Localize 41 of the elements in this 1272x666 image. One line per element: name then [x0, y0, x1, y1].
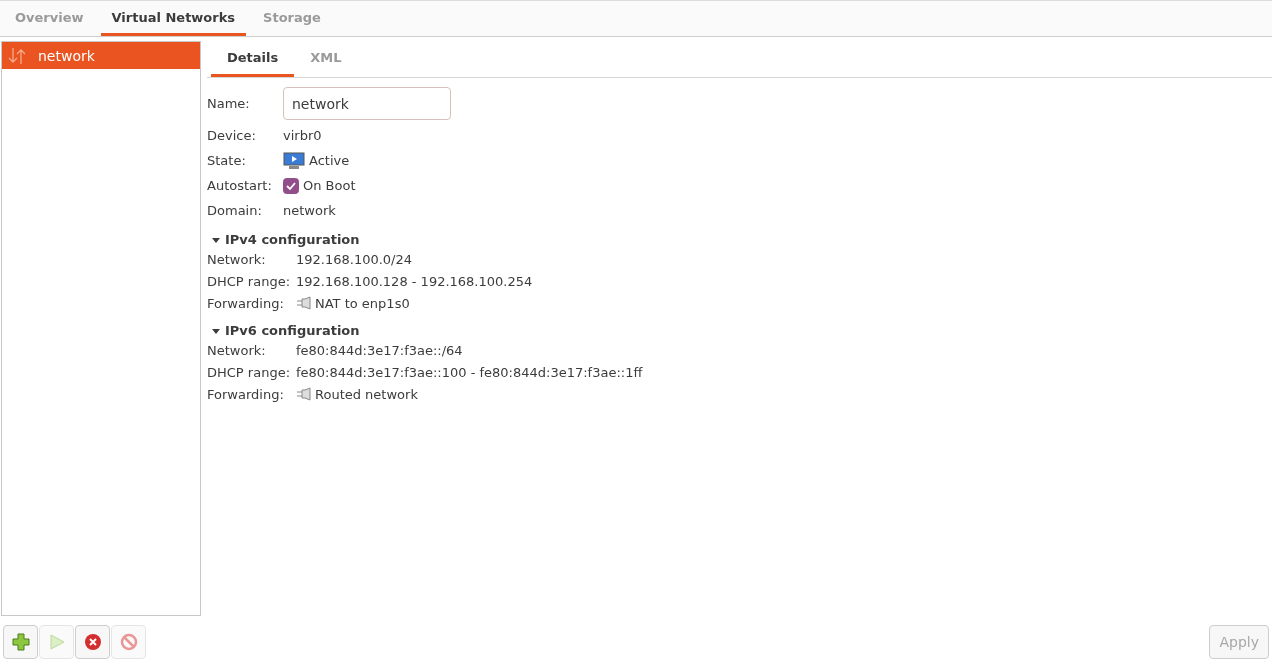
- checkbox[interactable]: [283, 177, 299, 194]
- field-value: 192.168.100.128 - 192.168.100.254: [296, 272, 533, 291]
- field-label: Name:: [207, 95, 251, 113]
- network-name: network: [38, 47, 95, 64]
- close-icon: [83, 633, 102, 651]
- tab[interactable]: XML: [294, 41, 358, 77]
- field-label: DHCP range:: [207, 272, 291, 291]
- plus-icon: [11, 633, 30, 651]
- field-label: Forwarding:: [207, 385, 285, 404]
- field-label: Domain:: [207, 202, 263, 220]
- field-label: Network:: [207, 250, 267, 269]
- checkbox-label: On Boot: [303, 178, 356, 193]
- add-button[interactable]: [3, 625, 38, 659]
- tab[interactable]: Overview: [4, 1, 95, 36]
- play-icon: [48, 634, 65, 650]
- field-label: Forwarding:: [207, 294, 285, 313]
- stop-button[interactable]: [75, 625, 110, 659]
- field-value: fe80:844d:3e17:f3ae::/64: [296, 341, 464, 360]
- tab[interactable]: Virtual Networks: [100, 1, 247, 36]
- field-label: Network:: [207, 341, 267, 360]
- plug-icon: [296, 387, 312, 401]
- forwarding-value: Routed network: [315, 386, 418, 402]
- field-value: fe80:844d:3e17:f3ae::100 - fe80:844d:3e17:f3ae::1ff: [296, 363, 643, 382]
- network-list-item[interactable]: network: [2, 42, 200, 69]
- field-label: Device:: [207, 127, 257, 145]
- field-value: 192.168.100.0/24: [296, 250, 414, 269]
- prohibited-icon: [119, 633, 138, 651]
- tab[interactable]: Storage: [252, 1, 332, 36]
- field-label: DHCP range:: [207, 363, 291, 382]
- name-field[interactable]: network: [283, 87, 451, 120]
- state-value: Active: [309, 153, 350, 168]
- section-title: IPv4 configuration: [225, 232, 360, 247]
- forwarding-value: NAT to enp1s0: [315, 295, 410, 311]
- field-value: virbr0: [283, 127, 323, 145]
- section-title: IPv6 configuration: [225, 323, 360, 338]
- plug-icon: [296, 296, 312, 310]
- tab[interactable]: Details: [211, 41, 295, 77]
- field-label: State:: [207, 152, 247, 170]
- field-value: network: [283, 202, 337, 220]
- field-label: Autostart:: [207, 177, 273, 195]
- monitor-icon: [283, 151, 305, 170]
